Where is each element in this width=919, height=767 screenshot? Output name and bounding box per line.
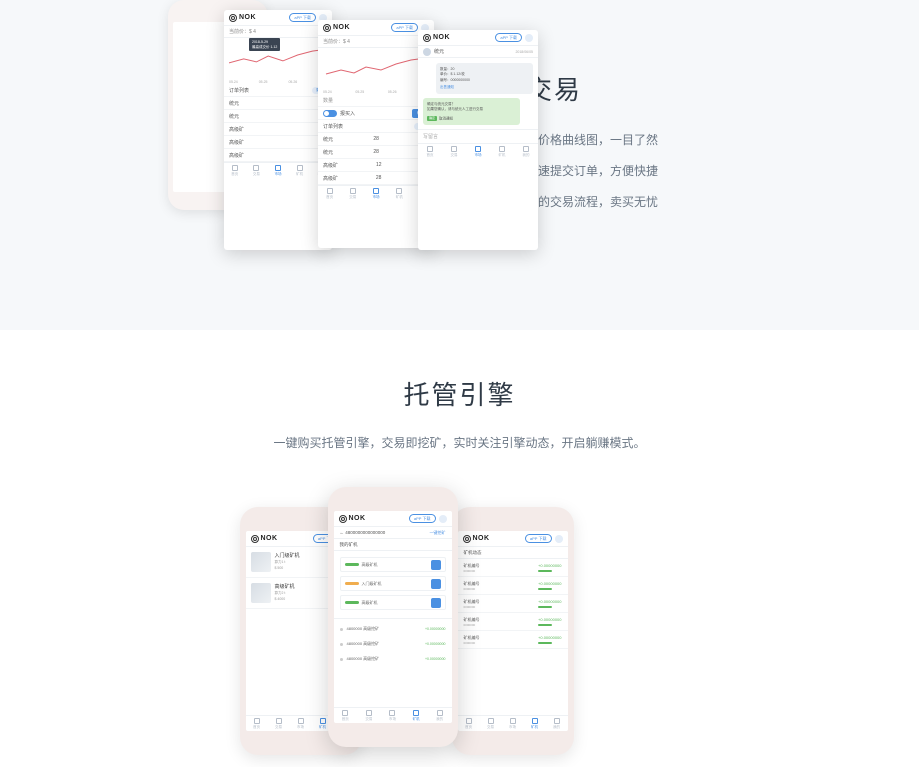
section-engine: 托管引擎 一键购买托管引擎，交易即挖矿，实时关注引擎动态，开启躺赚模式。 NOK…	[0, 330, 919, 767]
order-row[interactable]: 高级矿14	[224, 136, 332, 149]
section1-phones: NOK aPP 下载 当前价：$ 4 2018-5-29最高成交价 1.12 0…	[60, 0, 440, 290]
chart-tooltip: 2018-5-29最高成交价 1.12	[249, 38, 280, 51]
orders-title: 订单列表	[229, 87, 249, 94]
tab-trade[interactable]: 交易	[246, 163, 268, 178]
buy-toggle[interactable]	[323, 110, 337, 117]
download-pill[interactable]: aPP 下载	[391, 23, 418, 32]
order-row[interactable]: 统元28	[224, 110, 332, 123]
section2-phones: NOKaPP 下载 入门级矿机算力1 t$ 500 高级矿机算力2 t$ 400…	[240, 487, 680, 747]
engine-item[interactable]: 高级矿机	[340, 557, 446, 572]
engine-log: 4800000 高级挖矿+0.00000000	[340, 623, 446, 635]
order-row[interactable]: 统元281.12	[318, 146, 434, 159]
action-icon[interactable]	[431, 560, 441, 570]
popup-chat: NOK aPP 下载 统元 2018/06/05 数量：20单价：$ 1.12/…	[418, 30, 538, 250]
order-row[interactable]: 统元25	[224, 97, 332, 110]
tab-home[interactable]: 首页	[224, 163, 246, 178]
tab-miner[interactable]: 矿机	[289, 163, 311, 178]
avatar-icon[interactable]	[525, 34, 533, 42]
order-row[interactable]: 统元281.12	[318, 133, 434, 146]
status-row[interactable]: 矿机编号0000000+0.00000000	[458, 577, 568, 595]
section-market: NOK aPP 下载 当前价：$ 4 2018-5-29最高成交价 1.12 0…	[0, 0, 919, 330]
download-pill[interactable]: aPP 下载	[495, 33, 522, 42]
brand-logo: NOK	[229, 14, 256, 22]
confirm-tag[interactable]: 确定	[427, 116, 437, 122]
chat-input[interactable]: 写留言	[418, 129, 538, 143]
price-chart: 2018-5-29最高成交价 1.12	[224, 38, 332, 82]
price-label: 当前价：$ 4	[229, 28, 256, 35]
phone-engine: NOKaPP 下载 ← 4800000000000000一键挖矿 我的矿机 高级…	[328, 487, 458, 747]
popup-buy-form: NOK aPP 下载 当前价：$ 4 05.2405.2505.2605.27 …	[318, 20, 434, 248]
order-row[interactable]: 高级矿281.12	[318, 172, 434, 185]
engine-log: 4800000 高级挖矿+0.00000000	[340, 638, 446, 650]
phone-status: NOKaPP 下载 矿机动态 矿机编号0000000+0.00000000 矿机…	[452, 507, 574, 755]
product-image	[251, 552, 271, 572]
status-row[interactable]: 矿机编号0000000+0.00000000	[458, 631, 568, 649]
popup-chart-orders: NOK aPP 下载 当前价：$ 4 2018-5-29最高成交价 1.12 0…	[224, 10, 332, 250]
section2-subtitle: 一键购买托管引擎，交易即挖矿，实时关注引擎动态，开启躺赚模式。	[0, 434, 919, 451]
order-row[interactable]: 高级矿14	[224, 123, 332, 136]
logo-icon	[229, 14, 237, 22]
tab-market[interactable]: 市场	[267, 163, 289, 178]
chat-message-self: 确定与统元交易？ 如果您确认，请与统元人工进行交易 确定取消通知	[423, 98, 520, 125]
status-row[interactable]: 矿机编号0000000+0.00000000	[458, 559, 568, 577]
one-click-mine[interactable]: 一键挖矿	[430, 530, 446, 536]
product-image	[251, 583, 271, 603]
engine-item[interactable]: 高级矿机	[340, 595, 446, 610]
engine-item[interactable]: 入门级矿机	[340, 576, 446, 591]
status-row[interactable]: 矿机编号0000000+0.00000000	[458, 595, 568, 613]
price-chart	[318, 48, 434, 92]
engine-log: 4800000 高级挖矿+0.00000000	[340, 653, 446, 665]
chat-avatar	[423, 48, 431, 56]
chat-message: 数量：20单价：$ 1.12/枚 编号：0000000000 出售通知	[436, 63, 533, 94]
status-row[interactable]: 矿机编号0000000+0.00000000	[458, 613, 568, 631]
tabbar: 首页 交易 市场 矿机 我的	[224, 162, 332, 178]
download-pill[interactable]: aPP 下载	[289, 13, 316, 22]
order-row[interactable]: 高级矿121.11	[318, 159, 434, 172]
section2-title: 托管引擎	[0, 375, 919, 412]
order-row[interactable]: 高级矿14	[224, 149, 332, 162]
